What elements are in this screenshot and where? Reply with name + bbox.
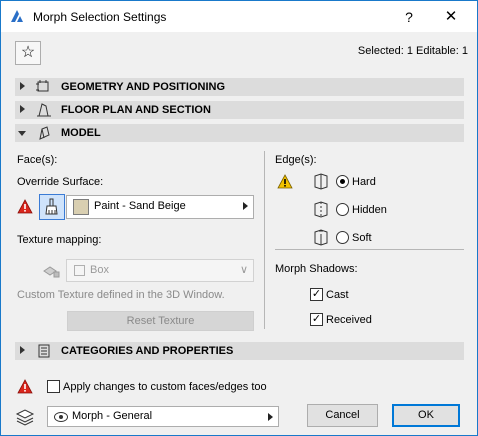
section-geometry-header[interactable]: GEOMETRY AND POSITIONING — [15, 78, 464, 96]
submenu-arrow-icon — [268, 413, 273, 421]
expanded-arrow-icon — [18, 131, 26, 136]
window-title: Morph Selection Settings — [33, 10, 167, 24]
model-icon — [39, 126, 50, 140]
cast-shadow-label: Cast — [326, 289, 349, 301]
box-mapping-icon — [74, 265, 85, 276]
column-divider — [264, 151, 265, 329]
section-categories-label: CATEGORIES AND PROPERTIES — [61, 345, 234, 357]
surface-color-swatch — [73, 199, 89, 215]
section-model-header[interactable]: MODEL — [15, 124, 464, 142]
warning-icon — [17, 379, 33, 394]
edges-label: Edge(s): — [275, 154, 317, 166]
apply-custom-label: Apply changes to custom faces/edges too — [63, 381, 267, 393]
view-profile-value: Morph - General — [72, 410, 153, 422]
selection-info: Selected: 1 Editable: 1 — [357, 45, 468, 57]
cancel-button[interactable]: Cancel — [307, 404, 378, 427]
override-surface-toggle[interactable] — [39, 194, 65, 220]
morph-shadows-label: Morph Shadows: — [275, 263, 358, 275]
section-floor-plan-header[interactable]: FLOOR PLAN AND SECTION — [15, 101, 464, 119]
faces-label: Face(s): — [17, 154, 58, 166]
texture-mapping-value: Box — [90, 264, 109, 276]
section-categories-header[interactable]: CATEGORIES AND PROPERTIES — [15, 342, 464, 360]
section-model-label: MODEL — [61, 127, 101, 139]
star-icon: ☆ — [20, 44, 36, 61]
help-button[interactable]: ? — [399, 7, 419, 27]
close-button[interactable]: ✕ — [441, 7, 461, 27]
edges-shadows-divider — [275, 249, 464, 250]
edge-hard-label: Hard — [352, 176, 376, 188]
reset-texture-button[interactable]: Reset Texture — [67, 311, 254, 331]
surface-dropdown[interactable]: Paint - Sand Beige — [66, 195, 254, 219]
geometry-icon — [36, 80, 49, 92]
hard-edge-icon — [314, 173, 328, 190]
warning-icon — [17, 199, 33, 214]
submenu-arrow-icon — [243, 202, 248, 210]
texture-mapping-dropdown[interactable]: Box ∨ — [66, 259, 254, 282]
apply-custom-checkbox[interactable] — [47, 380, 60, 393]
edge-soft-label: Soft — [352, 232, 372, 244]
eye-icon — [54, 412, 68, 422]
chevron-down-icon: ∨ — [239, 264, 248, 276]
favorites-star-button[interactable]: ☆ — [15, 41, 41, 65]
edge-hard-radio[interactable] — [336, 175, 349, 188]
soft-edge-icon — [314, 229, 328, 246]
ok-button[interactable]: OK — [392, 404, 460, 427]
view-profile-dropdown[interactable]: Morph - General — [47, 406, 279, 427]
title-bar: Morph Selection Settings ? ✕ — [1, 1, 477, 32]
cast-shadow-checkbox[interactable]: ✓ — [310, 288, 323, 301]
edge-hidden-label: Hidden — [352, 204, 387, 216]
received-shadow-checkbox[interactable]: ✓ — [310, 313, 323, 326]
surface-value: Paint - Sand Beige — [94, 200, 186, 212]
collapsed-arrow-icon — [20, 105, 25, 113]
override-surface-label: Override Surface: — [17, 176, 104, 188]
categories-icon — [38, 344, 50, 358]
paint-brush-icon — [45, 198, 58, 215]
floor-plan-icon — [37, 103, 51, 117]
section-geometry-label: GEOMETRY AND POSITIONING — [61, 81, 225, 93]
favorites-layers-icon — [15, 409, 35, 426]
texture-mapping-label: Texture mapping: — [17, 234, 102, 246]
archicad-app-icon — [11, 10, 23, 22]
warning-icon — [277, 174, 293, 189]
hidden-edge-icon — [314, 201, 328, 218]
texture-note: Custom Texture defined in the 3D Window. — [17, 289, 225, 301]
dialog-window: Morph Selection Settings ? ✕ ☆ Selected:… — [0, 0, 478, 436]
section-floor-plan-label: FLOOR PLAN AND SECTION — [61, 104, 211, 116]
collapsed-arrow-icon — [20, 82, 25, 90]
edge-soft-radio[interactable] — [336, 231, 349, 244]
collapsed-arrow-icon — [20, 346, 25, 354]
edge-hidden-radio[interactable] — [336, 203, 349, 216]
received-shadow-label: Received — [326, 314, 372, 326]
texture-mapping-icon — [43, 266, 60, 278]
